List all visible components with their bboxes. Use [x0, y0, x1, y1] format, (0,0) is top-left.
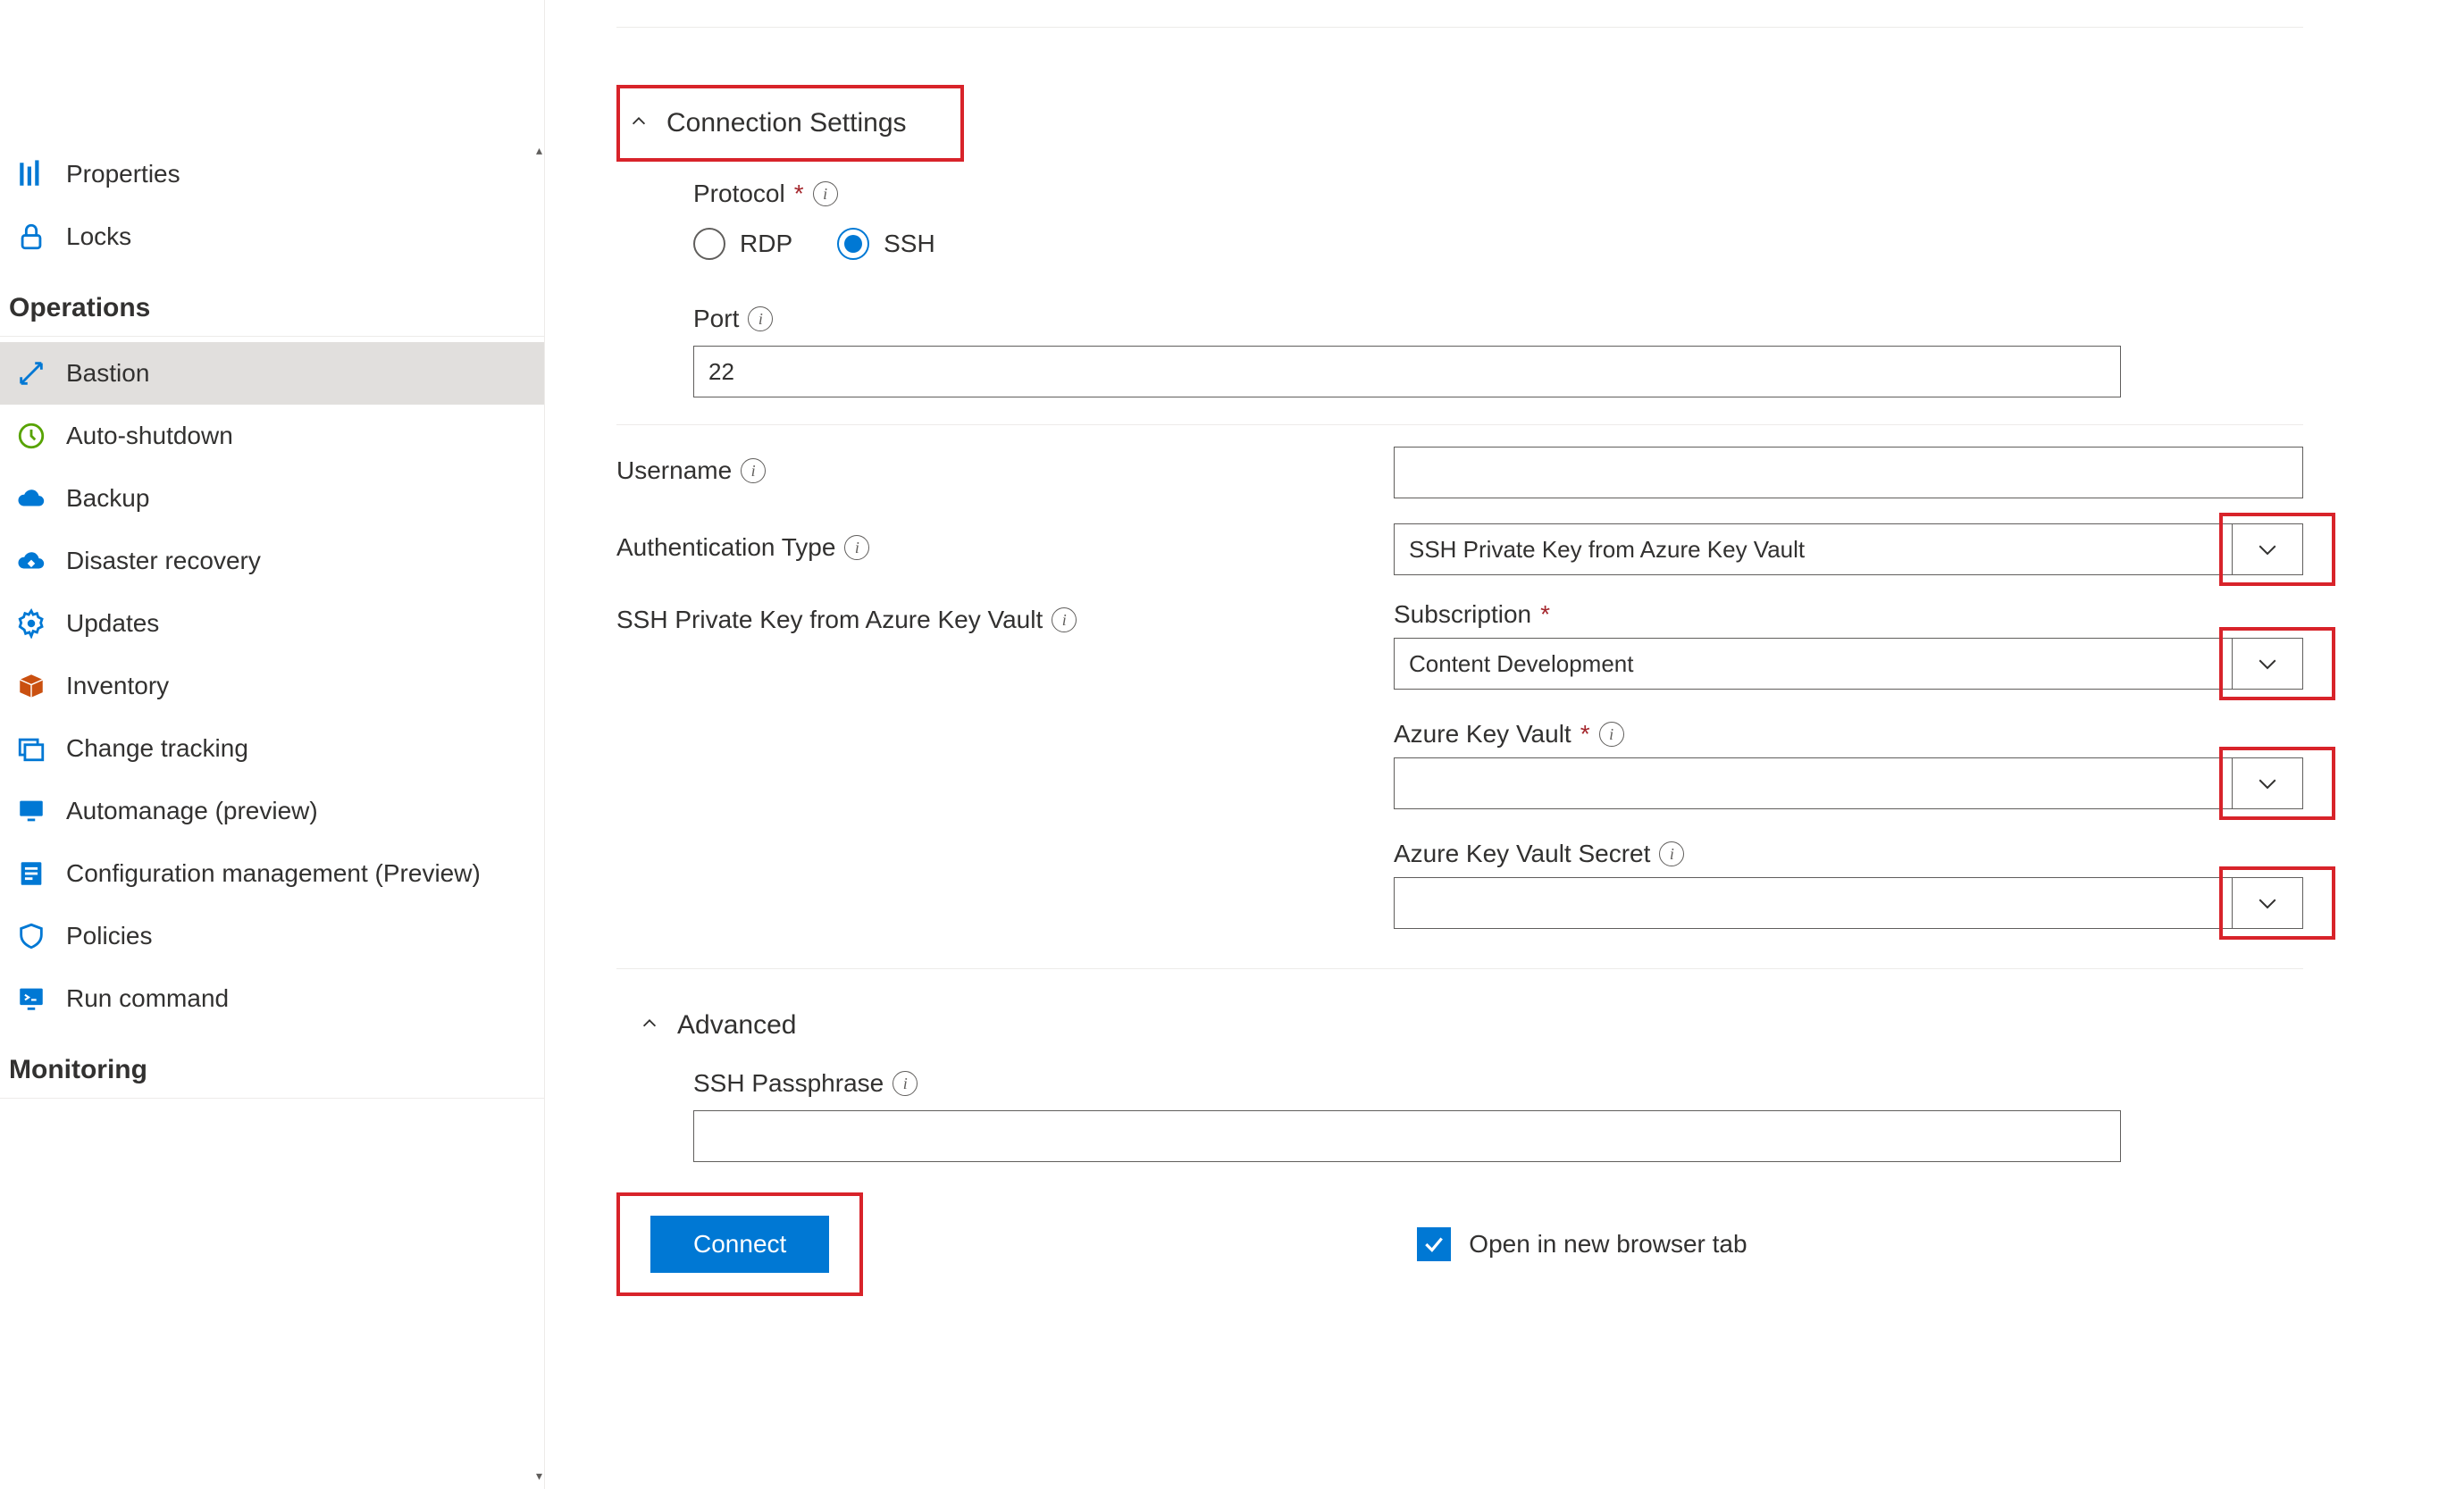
cloud-backup-icon	[16, 483, 46, 514]
sidebar-item-updates[interactable]: Updates	[0, 592, 544, 655]
info-icon[interactable]: i	[1052, 607, 1077, 632]
scroll-up-icon[interactable]: ▴	[536, 143, 542, 158]
azure-key-vault-dropdown-button[interactable]	[2232, 757, 2303, 809]
section-advanced-toggle[interactable]: Advanced	[616, 991, 2303, 1060]
divider	[616, 27, 2303, 28]
section-title: Connection Settings	[666, 108, 907, 138]
azure-key-vault-secret-select[interactable]	[1394, 877, 2232, 929]
info-icon[interactable]: i	[1659, 841, 1684, 866]
sidebar-item-locks[interactable]: Locks	[0, 205, 544, 268]
gear-icon	[16, 608, 46, 639]
username-label: Username i	[616, 456, 766, 485]
sidebar-item-inventory[interactable]: Inventory	[0, 655, 544, 717]
authentication-type-label: Authentication Type i	[616, 533, 869, 562]
properties-icon	[16, 159, 46, 189]
sidebar: ▴ Properties Locks Operations Bastion Au…	[0, 0, 545, 1489]
checkbox-checked-icon	[1417, 1227, 1451, 1261]
sidebar-item-label: Bastion	[66, 359, 149, 388]
authentication-type-select[interactable]	[1394, 523, 2232, 575]
azure-key-vault-label: Azure Key Vault * i	[1394, 720, 2303, 749]
sidebar-item-disaster-recovery[interactable]: Disaster recovery	[0, 530, 544, 592]
sidebar-item-label: Policies	[66, 922, 152, 950]
lock-icon	[16, 222, 46, 252]
sidebar-item-label: Configuration management (Preview)	[66, 859, 481, 888]
sidebar-item-label: Locks	[66, 222, 131, 251]
info-icon[interactable]: i	[844, 535, 869, 560]
username-input[interactable]	[1394, 447, 2303, 498]
automanage-icon	[16, 796, 46, 826]
subscription-dropdown-button[interactable]	[2232, 638, 2303, 690]
ssh-passphrase-label: SSH Passphrase i	[693, 1069, 2303, 1098]
authentication-type-dropdown-button[interactable]	[2232, 523, 2303, 575]
sidebar-item-label: Backup	[66, 484, 149, 513]
main-content: Connection Settings Protocol * i RDP SSH…	[545, 0, 2464, 1489]
sidebar-item-policies[interactable]: Policies	[0, 905, 544, 967]
azure-key-vault-secret-label: Azure Key Vault Secret i	[1394, 840, 2303, 868]
subscription-select[interactable]	[1394, 638, 2232, 690]
azure-key-vault-secret-dropdown-button[interactable]	[2232, 877, 2303, 929]
change-tracking-icon	[16, 733, 46, 764]
sidebar-item-label: Automanage (preview)	[66, 797, 318, 825]
sidebar-item-properties[interactable]: Properties	[0, 143, 544, 205]
clock-icon	[16, 421, 46, 451]
protocol-option-rdp[interactable]: RDP	[693, 228, 792, 260]
bastion-icon	[16, 358, 46, 389]
config-icon	[16, 858, 46, 889]
sidebar-item-bastion[interactable]: Bastion	[0, 342, 544, 405]
sidebar-item-automanage[interactable]: Automanage (preview)	[0, 780, 544, 842]
checkbox-label: Open in new browser tab	[1469, 1230, 1747, 1259]
port-input[interactable]	[693, 346, 2121, 397]
required-indicator: *	[1580, 720, 1590, 749]
info-icon[interactable]: i	[1599, 722, 1624, 747]
sidebar-item-label: Auto-shutdown	[66, 422, 233, 450]
subscription-label: Subscription *	[1394, 600, 2303, 629]
sidebar-item-label: Run command	[66, 984, 229, 1013]
info-icon[interactable]: i	[813, 181, 838, 206]
sidebar-item-backup[interactable]: Backup	[0, 467, 544, 530]
azure-key-vault-select[interactable]	[1394, 757, 2232, 809]
required-indicator: *	[794, 180, 804, 208]
scroll-down-icon[interactable]: ▾	[536, 1468, 542, 1484]
protocol-option-ssh[interactable]: SSH	[837, 228, 935, 260]
sidebar-item-auto-shutdown[interactable]: Auto-shutdown	[0, 405, 544, 467]
required-indicator: *	[1540, 600, 1550, 629]
open-new-tab-checkbox[interactable]: Open in new browser tab	[1417, 1227, 1747, 1261]
sidebar-item-configuration-management[interactable]: Configuration management (Preview)	[0, 842, 544, 905]
info-icon[interactable]: i	[741, 458, 766, 483]
highlight-annotation: Connect	[616, 1192, 863, 1296]
terminal-icon	[16, 983, 46, 1014]
radio-label: RDP	[740, 230, 792, 258]
sidebar-item-label: Updates	[66, 609, 159, 638]
sidebar-item-label: Inventory	[66, 672, 169, 700]
ssh-passphrase-input[interactable]	[693, 1110, 2121, 1162]
info-icon[interactable]: i	[893, 1071, 918, 1096]
section-title: Advanced	[677, 1010, 796, 1041]
box-icon	[16, 671, 46, 701]
sidebar-item-change-tracking[interactable]: Change tracking	[0, 717, 544, 780]
radio-label: SSH	[884, 230, 935, 258]
chevron-up-icon	[629, 108, 649, 138]
sidebar-group-operations: Operations	[0, 268, 544, 337]
policy-icon	[16, 921, 46, 951]
sidebar-item-label: Disaster recovery	[66, 547, 261, 575]
connect-button[interactable]: Connect	[650, 1216, 829, 1273]
cloud-recovery-icon	[16, 546, 46, 576]
protocol-label: Protocol * i	[693, 180, 2303, 208]
port-label: Port i	[693, 305, 2303, 333]
section-connection-settings-toggle[interactable]: Connection Settings	[616, 85, 964, 162]
divider	[616, 968, 2303, 969]
chevron-up-icon	[640, 1010, 659, 1041]
sidebar-group-monitoring: Monitoring	[0, 1030, 544, 1099]
sidebar-item-label: Properties	[66, 160, 180, 188]
sidebar-item-label: Change tracking	[66, 734, 248, 763]
sidebar-item-run-command[interactable]: Run command	[0, 967, 544, 1030]
protocol-radio-group: RDP SSH	[693, 228, 2303, 260]
info-icon[interactable]: i	[748, 306, 773, 331]
ssh-key-vault-section-label: SSH Private Key from Azure Key Vault i	[616, 606, 1077, 634]
divider	[616, 424, 2303, 425]
